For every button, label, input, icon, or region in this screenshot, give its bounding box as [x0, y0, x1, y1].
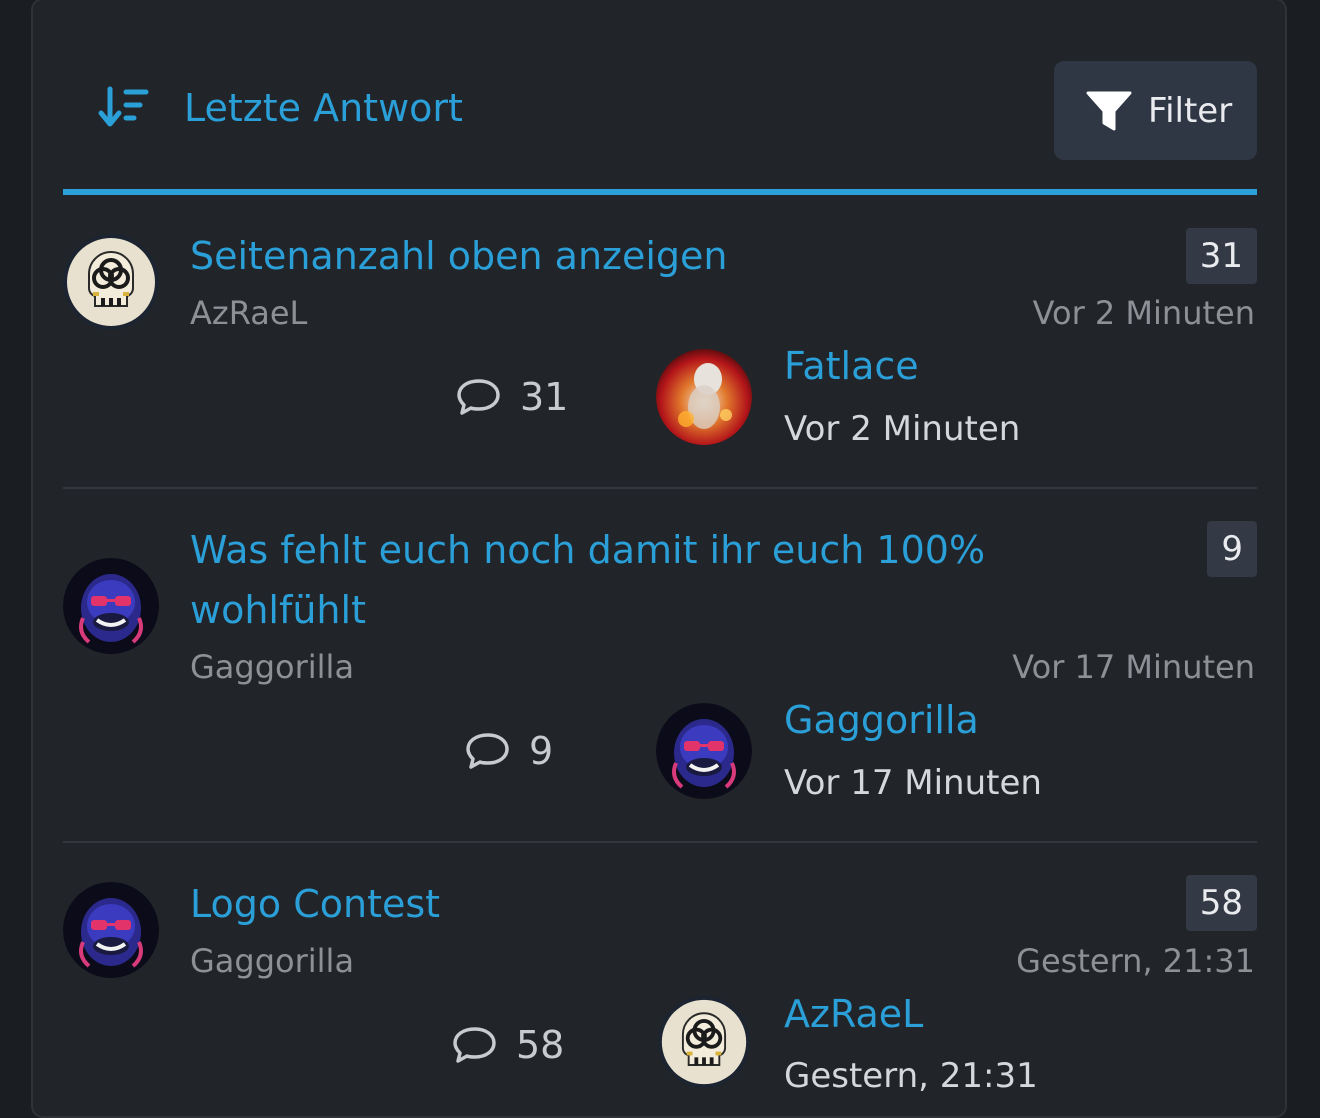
last-poster-name[interactable]: AzRaeL: [784, 992, 923, 1036]
reply-count: 9: [465, 729, 553, 773]
thread-time: Vor 2 Minuten: [1032, 294, 1255, 332]
comment-icon: [466, 733, 509, 769]
thread-title[interactable]: Seitenanzahl oben anzeigen: [190, 226, 1010, 286]
page-count-badge: 58: [1185, 875, 1257, 931]
reply-count: 58: [452, 1023, 564, 1067]
reply-count: 31: [456, 375, 568, 419]
reply-count-value: 31: [520, 375, 569, 419]
fire-portrait-avatar-icon: [656, 349, 752, 445]
sort-control[interactable]: [98, 85, 150, 131]
last-poster-name[interactable]: Fatlace: [784, 344, 919, 388]
comment-icon: [457, 379, 500, 415]
thread-time: Vor 17 Minuten: [1012, 648, 1255, 686]
row-divider: [63, 841, 1257, 843]
funnel-icon: [1086, 91, 1132, 130]
row-divider: [63, 487, 1257, 489]
last-post-time: Vor 2 Minuten: [784, 409, 1021, 449]
biohazard-skull-avatar-icon: [63, 234, 159, 330]
page-count-badge: 9: [1207, 521, 1257, 577]
gorilla-avatar-icon: [63, 882, 159, 978]
last-post-time: Vor 17 Minuten: [784, 763, 1042, 803]
page-count-badge: 31: [1185, 228, 1257, 284]
thread-author[interactable]: Gaggorilla: [190, 648, 354, 686]
last-poster-avatar[interactable]: [656, 703, 752, 799]
author-avatar[interactable]: [63, 558, 159, 654]
thread-title[interactable]: Logo Contest: [190, 874, 1010, 934]
reply-count-value: 9: [529, 729, 554, 773]
author-avatar[interactable]: [63, 882, 159, 978]
thread-title[interactable]: Was fehlt euch noch damit ihr euch 100% …: [190, 520, 1010, 640]
sort-label[interactable]: Letzte Antwort: [184, 86, 463, 130]
gorilla-avatar-icon: [656, 703, 752, 799]
comment-icon: [453, 1027, 496, 1063]
last-poster-avatar[interactable]: [656, 349, 752, 445]
author-avatar[interactable]: [63, 234, 159, 330]
last-poster-avatar[interactable]: [658, 996, 750, 1088]
thread-time: Gestern, 21:31: [1016, 942, 1255, 980]
header-accent-line: [63, 189, 1257, 195]
last-poster-name[interactable]: Gaggorilla: [784, 698, 979, 742]
thread-author[interactable]: AzRaeL: [190, 294, 307, 332]
thread-author[interactable]: Gaggorilla: [190, 942, 354, 980]
biohazard-skull-avatar-icon: [658, 996, 750, 1088]
filter-label: Filter: [1148, 90, 1233, 131]
last-post-time: Gestern, 21:31: [784, 1056, 1038, 1096]
gorilla-avatar-icon: [63, 558, 159, 654]
filter-button[interactable]: Filter: [1054, 61, 1257, 160]
reply-count-value: 58: [516, 1023, 565, 1067]
sort-descending-icon: [98, 86, 149, 127]
